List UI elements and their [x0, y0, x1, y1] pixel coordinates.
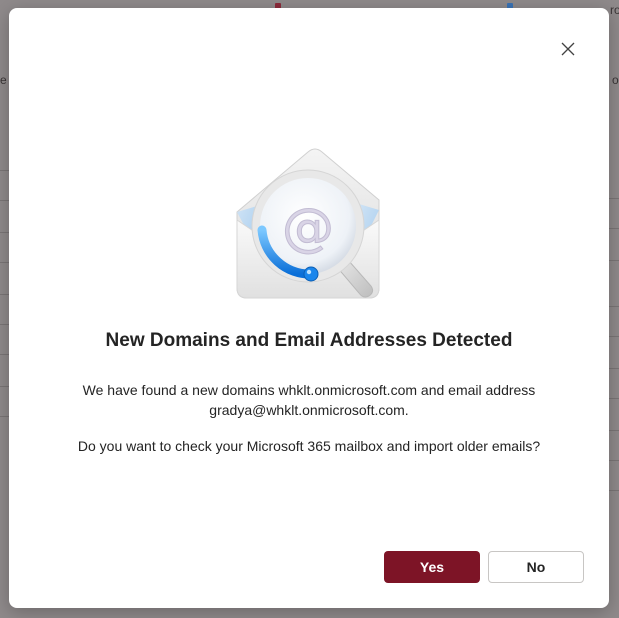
background-column-text: o	[612, 73, 619, 87]
import-dialog: @ New Domains and Email Addresses Detect…	[9, 8, 609, 608]
background-row-divider	[0, 232, 9, 233]
background-row-divider	[0, 386, 9, 387]
no-button[interactable]: No	[488, 551, 584, 583]
background-row-divider	[0, 294, 9, 295]
background-column-text: e	[0, 73, 7, 87]
background-row-divider	[609, 460, 619, 461]
close-button[interactable]	[557, 38, 579, 60]
background-row-divider	[0, 324, 9, 325]
background-row-divider	[609, 398, 619, 399]
background-row-divider	[609, 228, 619, 229]
background-row-divider	[609, 368, 619, 369]
background-row-divider	[0, 262, 9, 263]
background-column-text: ro	[610, 3, 619, 17]
dialog-title: New Domains and Email Addresses Detected	[105, 330, 513, 351]
background-row-divider	[609, 306, 619, 307]
background-row-divider	[0, 354, 9, 355]
message-line: We have found a new domains whklt.onmicr…	[82, 382, 536, 398]
background-row-divider	[609, 430, 619, 431]
dialog-message: We have found a new domains whklt.onmicr…	[49, 380, 569, 420]
background-row-divider	[609, 490, 619, 491]
background-row-divider	[0, 200, 9, 201]
message-line: gradya@whklt.onmicrosoft.com.	[209, 402, 409, 418]
email-search-icon: @	[233, 140, 383, 300]
yes-button[interactable]: Yes	[384, 551, 480, 583]
dialog-question: Do you want to check your Microsoft 365 …	[77, 438, 541, 454]
background-row-divider	[609, 198, 619, 199]
background-row-divider	[609, 260, 619, 261]
background-row-divider	[0, 416, 9, 417]
background-row-divider	[609, 336, 619, 337]
background-row-divider	[0, 170, 9, 171]
svg-text:@: @	[282, 198, 334, 258]
close-icon	[561, 42, 575, 56]
